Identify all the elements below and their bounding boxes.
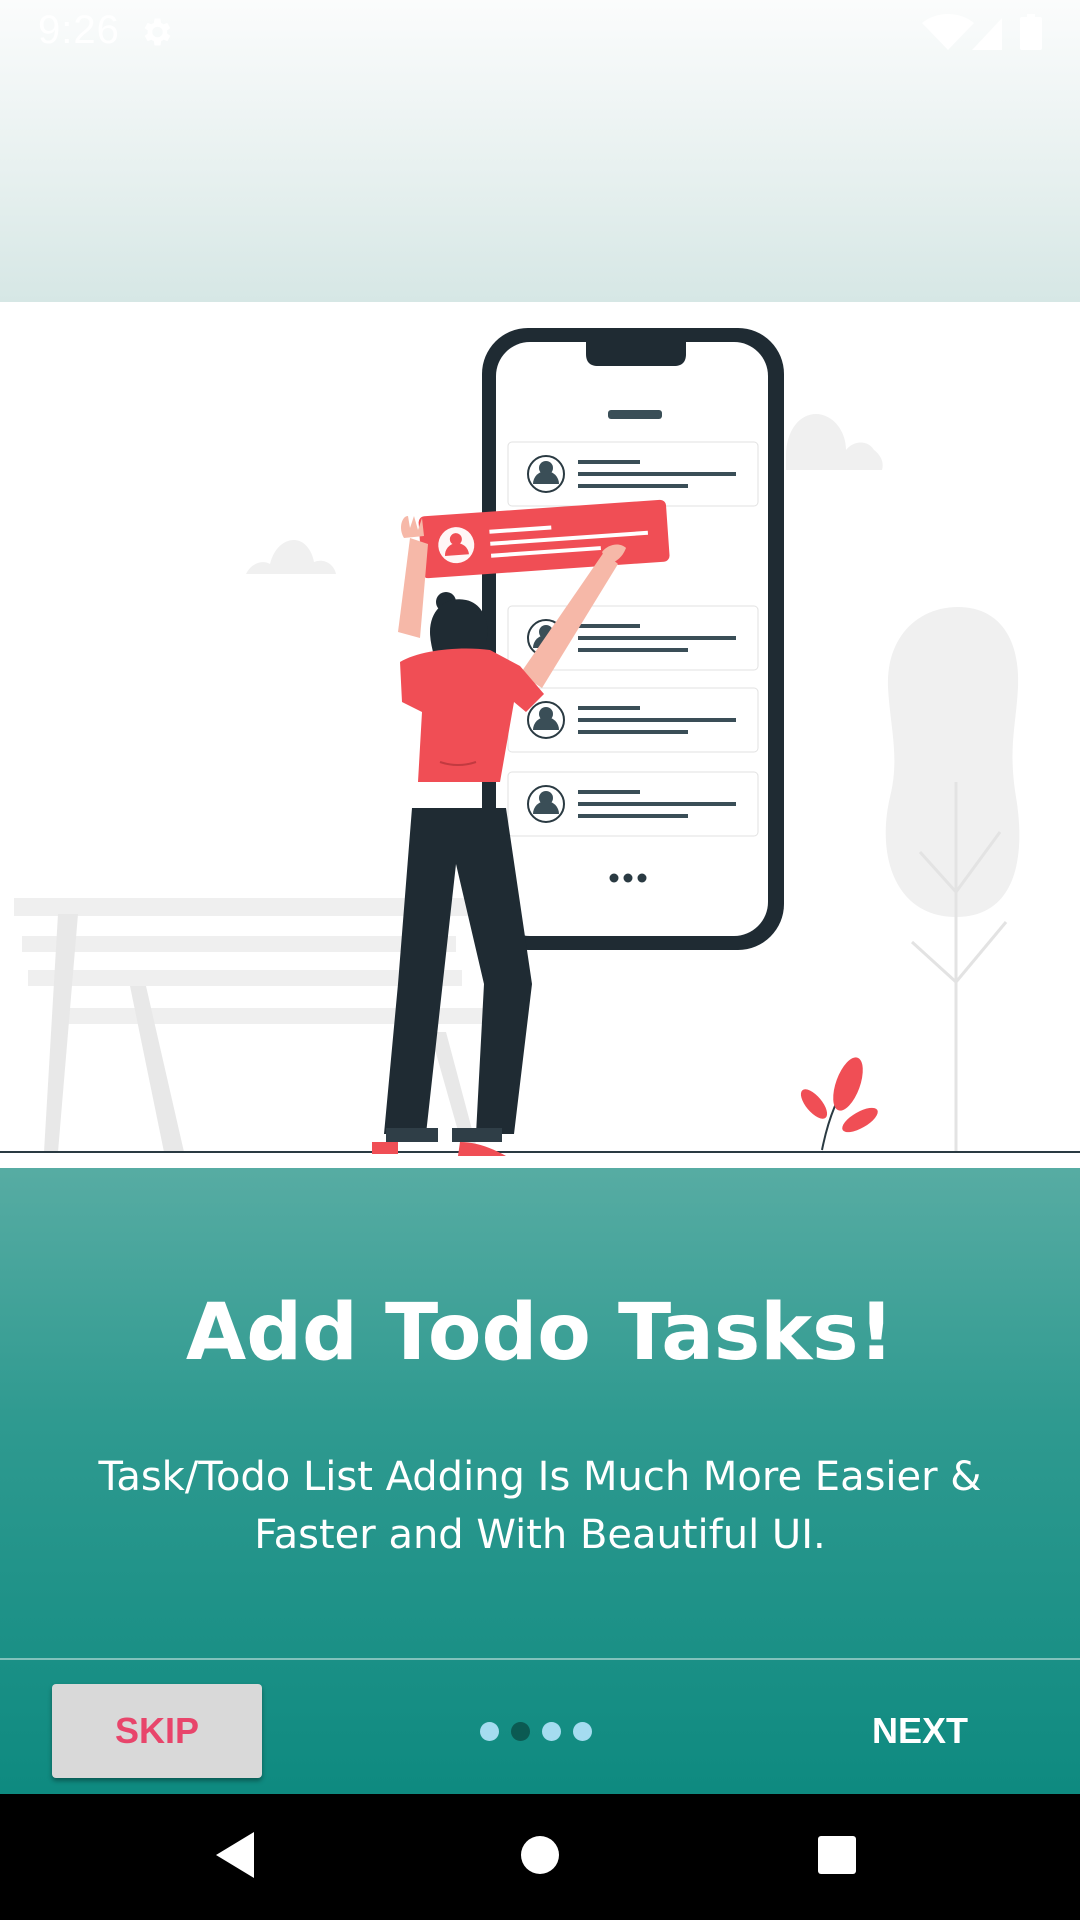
back-icon[interactable] <box>214 1830 260 1880</box>
status-time: 9:26 <box>38 8 120 52</box>
onboarding-content-panel: Add Todo Tasks! Task/Todo List Adding Is… <box>0 1168 1080 1794</box>
settings-gear-icon <box>144 18 171 46</box>
page-indicator <box>480 1722 600 1742</box>
wifi-icon <box>922 14 974 50</box>
person-adding-todo-to-phone-illustration <box>0 328 1080 1156</box>
home-icon[interactable] <box>519 1834 561 1876</box>
tree-icon <box>885 607 1020 1152</box>
plant-icon <box>800 1057 878 1151</box>
onboarding-screen: 9:26 Add Todo Tasks! Task/Todo List Addi… <box>0 0 1080 1920</box>
status-bar: 9:26 <box>0 0 1080 64</box>
onboarding-description: Task/Todo List Adding Is Much More Easie… <box>98 1454 982 1558</box>
footer-divider <box>0 1658 1080 1660</box>
phone-icon <box>482 328 784 950</box>
onboarding-title: Add Todo Tasks! <box>185 1288 895 1378</box>
page-dot-active <box>511 1722 530 1741</box>
page-dot <box>542 1722 561 1741</box>
battery-icon <box>1020 14 1042 50</box>
system-navigation-bar <box>0 1794 1080 1920</box>
next-button[interactable]: NEXT <box>840 1684 1000 1778</box>
recents-icon[interactable] <box>817 1835 857 1875</box>
onboarding-illustration <box>0 302 1080 1168</box>
page-dot <box>480 1722 499 1741</box>
skip-button[interactable]: SKIP <box>52 1684 262 1778</box>
cell-signal-icon <box>972 18 1002 50</box>
page-dot <box>573 1722 592 1741</box>
